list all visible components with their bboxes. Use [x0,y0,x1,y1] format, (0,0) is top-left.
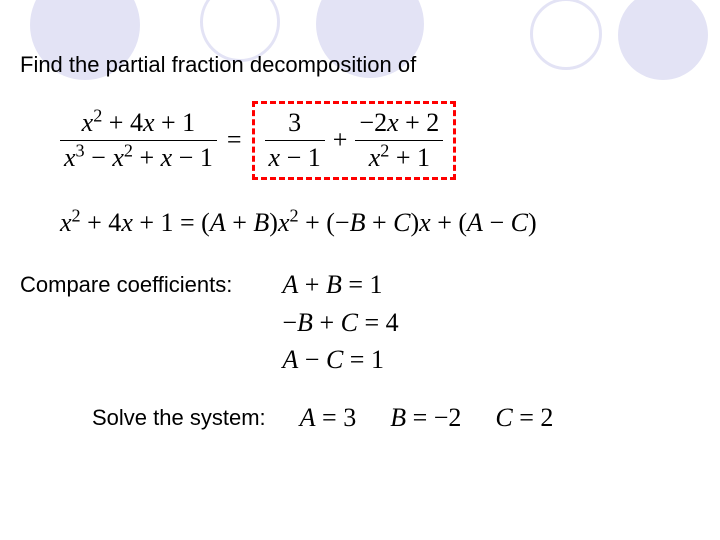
expansion-equation: x2 + 4x + 1 = (A + B)x2 + (−B + C)x + (A… [60,208,700,238]
solution-B: B = −2 [390,403,461,433]
solve-system-row: Solve the system: A = 3 B = −2 C = 2 [20,403,700,433]
lhs-numerator: x2 + 4x + 1 [78,108,200,138]
system-eq-2: −B + C = 4 [282,304,398,342]
prompt-text: Find the partial fraction decomposition … [20,52,700,78]
solve-label: Solve the system: [92,405,266,431]
result-highlight-box: 3 x − 1 + −2x + 2 x2 + 1 [252,101,457,180]
compare-coefficients-row: Compare coefficients: A + B = 1 −B + C =… [20,266,700,379]
term2-numerator: −2x + 2 [355,108,443,138]
lhs-denominator: x3 − x2 + x − 1 [60,143,217,173]
decomposition-equation: x2 + 4x + 1 x3 − x2 + x − 1 = 3 x − 1 + … [60,96,700,184]
equation-system: A + B = 1 −B + C = 4 A − C = 1 [282,266,398,379]
solution-A: A = 3 [300,403,357,433]
system-eq-3: A − C = 1 [282,341,398,379]
compare-label: Compare coefficients: [20,266,232,298]
solutions: A = 3 B = −2 C = 2 [300,403,554,433]
term1-numerator: 3 [284,108,305,138]
term1-denominator: x − 1 [265,143,325,173]
term2-denominator: x2 + 1 [365,143,434,173]
solution-C: C = 2 [495,403,553,433]
equals-sign: = [227,125,242,155]
plus-sign: + [333,125,348,155]
slide-content: Find the partial fraction decomposition … [0,0,720,433]
system-eq-1: A + B = 1 [282,266,398,304]
